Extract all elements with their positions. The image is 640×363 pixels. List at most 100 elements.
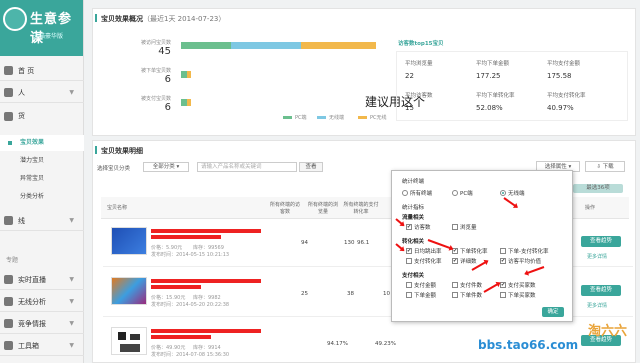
checkbox-order-count[interactable]: 下单件数 — [452, 291, 482, 299]
annotation-arrow — [483, 282, 501, 293]
checkbox-visitor-value[interactable]: 访客平均价值 — [500, 257, 541, 265]
stat-avg-order-amount: 平均下单金额 177.25 — [476, 61, 510, 80]
chevron-down-icon: ▼ — [69, 342, 74, 349]
checkbox-pay-buyers[interactable]: 支付买家数 — [500, 281, 536, 289]
radio-all-terminals[interactable]: 所有终端 — [402, 189, 432, 197]
view-trend-button[interactable]: 查看趋势 — [581, 236, 621, 247]
sidebar-item-home[interactable]: 首 页 — [0, 61, 84, 81]
attribute-popup: 统计终端 所有终端 PC端 无线端 统计指标 流量相关 访客数 浏览量 转化相关… — [391, 170, 573, 322]
bar-visited-wireless — [231, 42, 301, 49]
checkbox-order-amount[interactable]: 下单金额 — [406, 291, 436, 299]
product-image[interactable] — [111, 327, 147, 355]
checkbox-pay-amount[interactable]: 支付金额 — [406, 281, 436, 289]
top15-link[interactable]: 访客数top15宝贝 — [398, 39, 444, 47]
toolbox-icon — [4, 341, 13, 350]
checkbox-pay-count[interactable]: 支付件数 — [452, 281, 482, 289]
bar-visited-pc — [181, 42, 231, 49]
product-price: 价格：5.90元 — [151, 245, 183, 251]
home-icon — [4, 66, 13, 75]
checkbox-details[interactable]: 详细数 — [452, 257, 477, 265]
legend-pc: PC端 — [283, 114, 307, 121]
search-button[interactable]: 查看 — [299, 162, 323, 172]
redacted-title — [151, 285, 201, 289]
more-details-link[interactable]: 更多详情 — [587, 253, 607, 260]
stat-avg-visitors: 平均访客数 15 — [405, 93, 433, 112]
sidebar-item-label: 实时直播 — [18, 275, 46, 284]
goods-icon — [4, 111, 13, 121]
col-views: 所有终端的浏览量 — [307, 202, 338, 215]
search-input[interactable]: 请输入产品名称或关键词 — [197, 162, 297, 172]
chevron-down-icon: ▼ — [69, 320, 74, 327]
overview-title: 宝贝效果概况（最近1天 2014-07-23） — [94, 14, 226, 23]
cell-visitors: 94.17% — [327, 341, 348, 347]
product-stock: 库存：99569 — [193, 245, 224, 251]
brand-title: 生意参谋 — [30, 12, 73, 46]
checkbox-pay-rate[interactable]: 支付转化率 — [406, 257, 442, 265]
funnel-value-visited: 45 — [158, 46, 171, 57]
checkbox-order-pay-rate[interactable]: 下单-支付转化率 — [500, 247, 549, 255]
product-date: 发布时间：2014-05-20 20:22:38 — [151, 302, 230, 308]
group-traffic: 流量相关 — [402, 215, 425, 221]
checkbox-bounce-rate[interactable]: 日均跳出率 — [406, 247, 442, 255]
brand-subtitle: 天猫豪华版 — [33, 33, 64, 40]
more-details-link[interactable]: 更多详情 — [587, 302, 607, 309]
live-icon — [4, 275, 13, 284]
sidebar-item-line[interactable]: 线 ▼ — [0, 211, 84, 231]
checkbox-order-rate[interactable]: 下单转化率 — [452, 247, 488, 255]
sidebar-item-realtime[interactable]: 实时直播 ▼ — [0, 270, 84, 290]
sidebar-item-wireless[interactable]: 无线分析 ▼ — [0, 292, 84, 312]
chart-icon — [4, 319, 13, 328]
chevron-down-icon: ▼ — [69, 276, 74, 283]
cell-views: 49.23% — [375, 341, 396, 347]
sidebar-sub-category[interactable]: 分类分析 — [0, 189, 84, 205]
stat-avg-views: 平均浏览量 22 — [405, 61, 433, 80]
funnel-value-ordered: 6 — [164, 74, 171, 85]
sidebar-item-label: 工具箱 — [18, 341, 39, 350]
site-watermark-url: bbs.tao66.com — [478, 338, 579, 352]
col-pay-rate: 所有终端的支付转化率 — [343, 202, 379, 215]
download-button[interactable]: ⇩ 下载 — [585, 161, 625, 172]
product-price: 价格：49.90元 — [151, 345, 186, 351]
stat-avg-pay-amount: 平均支付金额 175.58 — [547, 61, 581, 80]
gear-icon — [4, 216, 13, 225]
chevron-down-icon: ▼ — [69, 217, 74, 224]
sidebar-sub-abnormal[interactable]: 异常宝贝 — [0, 171, 84, 187]
sidebar-sub-product-effect[interactable]: 宝贝效果 — [0, 135, 84, 151]
chevron-down-icon: ▼ — [69, 89, 74, 96]
cell-views: 38 — [347, 291, 354, 297]
view-trend-button[interactable]: 查看趋势 — [581, 285, 621, 296]
product-price: 价格：15.90元 — [151, 295, 186, 301]
category-label: 选择宝贝分类 — [97, 166, 131, 172]
stat-avg-pay-rate: 平均支付转化率 40.97% — [547, 93, 586, 112]
category-select[interactable]: 全部分类 ▾ — [143, 162, 189, 172]
metrics-label: 统计指标 — [402, 205, 425, 211]
group-conversion: 转化相关 — [402, 239, 425, 245]
product-image[interactable] — [111, 227, 147, 255]
sidebar-item-label: 无线分析 — [18, 297, 46, 306]
cell-pay-rate: 10 — [383, 291, 390, 297]
sidebar-item-competition[interactable]: 竞争情报 ▼ — [0, 314, 84, 334]
product-image[interactable] — [111, 277, 147, 305]
sidebar-section-label: 专题 — [6, 257, 19, 264]
checkbox-visitors[interactable]: 访客数 — [406, 223, 431, 231]
funnel-value-paid: 6 — [164, 102, 171, 113]
cell-visitors: 25 — [301, 291, 308, 297]
bar-visited-pcwireless — [301, 42, 376, 49]
terminal-label: 统计终端 — [402, 179, 425, 185]
sidebar-item-goods[interactable]: 货 — [0, 106, 84, 126]
radio-wireless[interactable]: 无线端 — [500, 189, 525, 197]
col-action: 操作 — [585, 205, 596, 211]
redacted-title — [151, 335, 211, 339]
checkbox-views[interactable]: 浏览量 — [452, 223, 477, 231]
sidebar-item-toolbox[interactable]: 工具箱 ▼ — [0, 336, 84, 356]
checkbox-order-buyers[interactable]: 下单买家数 — [500, 291, 536, 299]
bar-paid-pcwireless — [187, 99, 191, 106]
chevron-down-icon: ▼ — [69, 298, 74, 305]
sidebar-sub-potential[interactable]: 潜力宝贝 — [0, 153, 84, 169]
sidebar-item-people[interactable]: 人 ▼ — [0, 83, 84, 103]
confirm-button[interactable]: 确定 — [542, 307, 564, 317]
funnel-label-visited: 被访问宝贝数 — [140, 40, 171, 46]
cell-pay-rate: 96.1 — [357, 240, 370, 246]
legend-wireless: 无线端 — [317, 114, 344, 121]
radio-pc[interactable]: PC端 — [452, 189, 473, 197]
